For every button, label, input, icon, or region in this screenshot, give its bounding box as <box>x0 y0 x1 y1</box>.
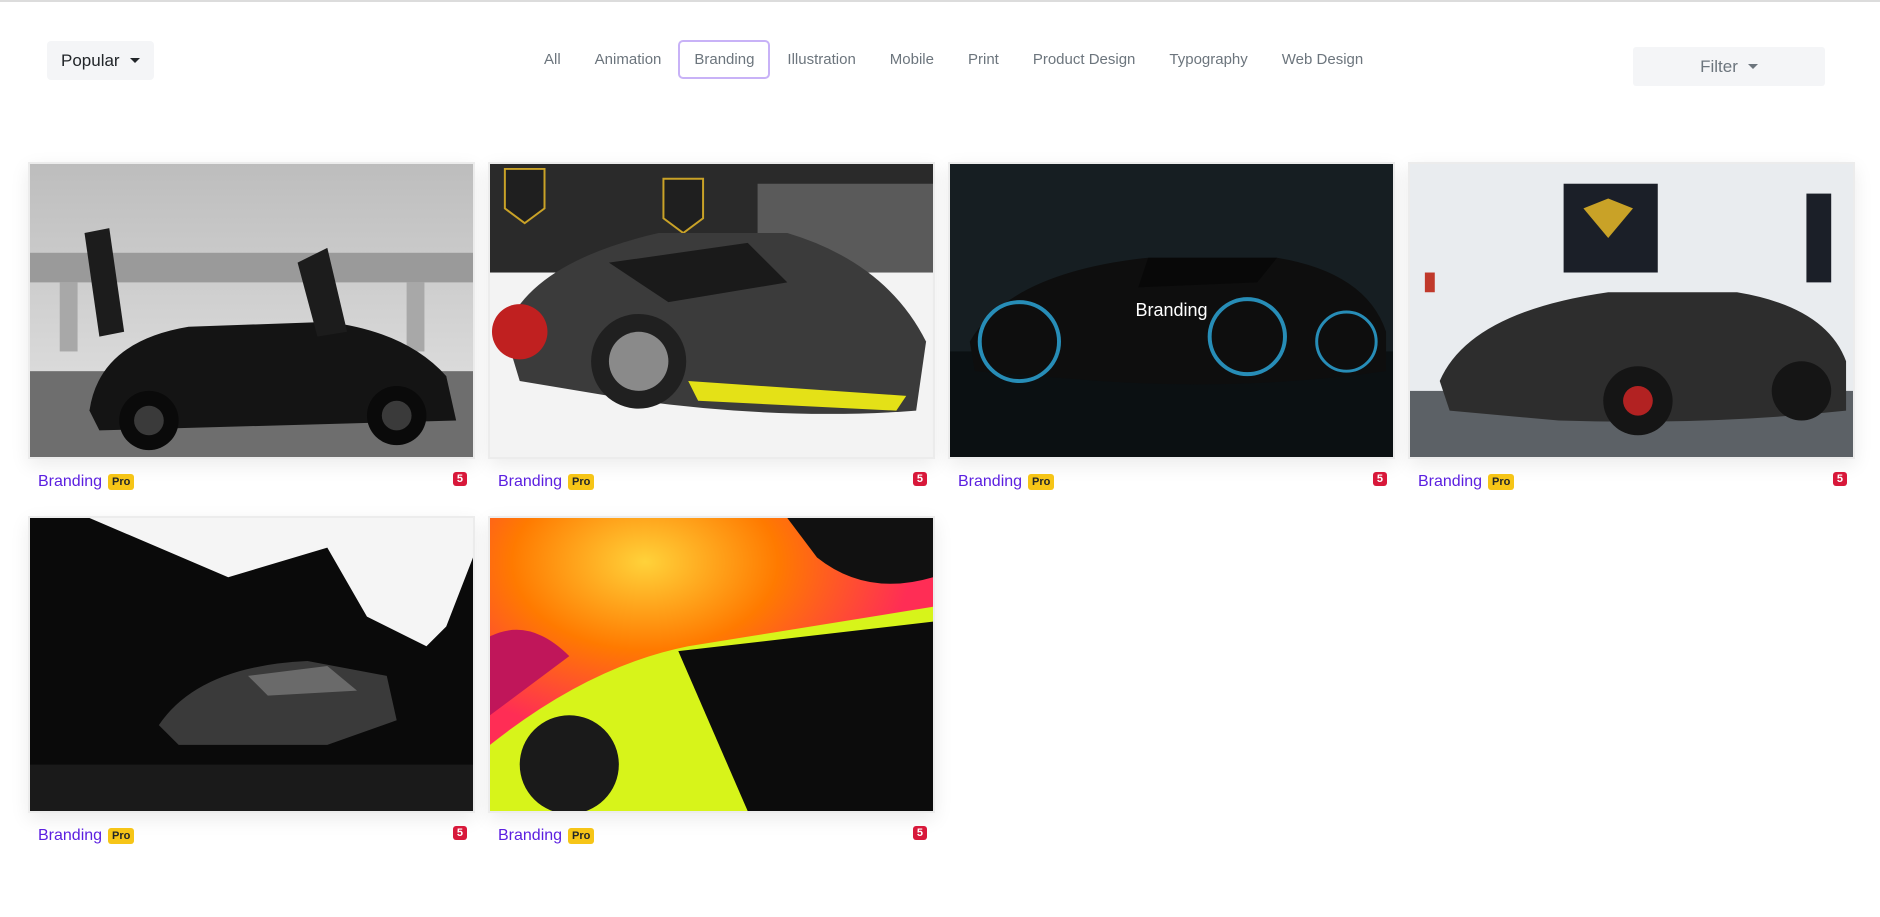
category-nav: All Animation Branding Illustration Mobi… <box>527 40 1380 79</box>
shot-title-link[interactable]: Branding <box>958 473 1022 491</box>
pro-badge: Pro <box>568 828 595 844</box>
filter-label: Filter <box>1700 56 1738 76</box>
pro-badge: Pro <box>1488 474 1515 490</box>
shot-meta: Branding Pro 5 <box>948 459 1395 499</box>
car-photo-auto-show <box>490 164 933 457</box>
count-badge: 5 <box>1832 472 1847 486</box>
shot-thumbnail[interactable] <box>28 162 475 459</box>
pro-badge: Pro <box>568 474 595 490</box>
shot-title-link[interactable]: Branding <box>38 473 102 491</box>
count-badge: 5 <box>912 826 927 840</box>
shot-meta: Branding Pro 5 <box>28 459 475 499</box>
car-photo-grey-street <box>30 164 473 457</box>
pro-badge: Pro <box>108 474 135 490</box>
sort-dropdown-button[interactable]: Popular <box>47 41 154 80</box>
count-badge: 5 <box>452 472 467 486</box>
shot-card: Branding Pro 5 <box>28 516 475 853</box>
caret-down-icon <box>129 58 140 63</box>
shot-title-link[interactable]: Branding <box>498 473 562 491</box>
caret-down-icon <box>1747 64 1758 69</box>
category-typography[interactable]: Typography <box>1152 40 1264 79</box>
shot-card: Branding Pro 5 <box>488 162 935 499</box>
shot-title-link[interactable]: Branding <box>498 827 562 845</box>
shot-title-link[interactable]: Branding <box>38 827 102 845</box>
pro-badge: Pro <box>108 828 135 844</box>
shot-card: Branding Branding Pro 5 <box>948 162 1395 499</box>
shot-meta: Branding Pro 5 <box>28 813 475 853</box>
hover-overlay[interactable]: Branding <box>950 164 1393 457</box>
shot-thumbnail[interactable]: Branding <box>948 162 1395 459</box>
sort-label: Popular <box>61 50 120 70</box>
shot-card: Branding Pro 5 <box>28 162 475 499</box>
shot-card: Branding Pro 5 <box>488 516 935 853</box>
car-photo-colorful-blur <box>490 518 933 811</box>
shot-meta: Branding Pro 5 <box>1408 459 1855 499</box>
category-print[interactable]: Print <box>951 40 1016 79</box>
category-product-design[interactable]: Product Design <box>1016 40 1153 79</box>
shot-thumbnail[interactable] <box>488 162 935 459</box>
count-badge: 5 <box>912 472 927 486</box>
category-illustration[interactable]: Illustration <box>770 40 872 79</box>
category-mobile[interactable]: Mobile <box>873 40 951 79</box>
car-photo-black-white <box>30 518 473 811</box>
shot-thumbnail[interactable] <box>28 516 475 813</box>
shot-card: Branding Pro 5 <box>1408 162 1855 499</box>
shot-thumbnail[interactable] <box>1408 162 1855 459</box>
category-branding[interactable]: Branding <box>678 40 771 79</box>
toolbar: Popular All Animation Branding Illustrat… <box>0 2 1880 112</box>
overlay-label: Branding <box>1135 300 1208 320</box>
shot-meta: Branding Pro 5 <box>488 459 935 499</box>
category-all[interactable]: All <box>527 40 578 79</box>
pro-badge: Pro <box>1028 474 1055 490</box>
shot-thumbnail[interactable] <box>488 516 935 813</box>
shot-title-link[interactable]: Branding <box>1418 473 1482 491</box>
shot-meta: Branding Pro 5 <box>488 813 935 853</box>
car-photo-garage <box>1410 164 1853 457</box>
category-web-design[interactable]: Web Design <box>1265 40 1380 79</box>
filter-dropdown-button[interactable]: Filter <box>1633 47 1825 86</box>
count-badge: 5 <box>452 826 467 840</box>
category-animation[interactable]: Animation <box>578 40 679 79</box>
count-badge: 5 <box>1372 472 1387 486</box>
